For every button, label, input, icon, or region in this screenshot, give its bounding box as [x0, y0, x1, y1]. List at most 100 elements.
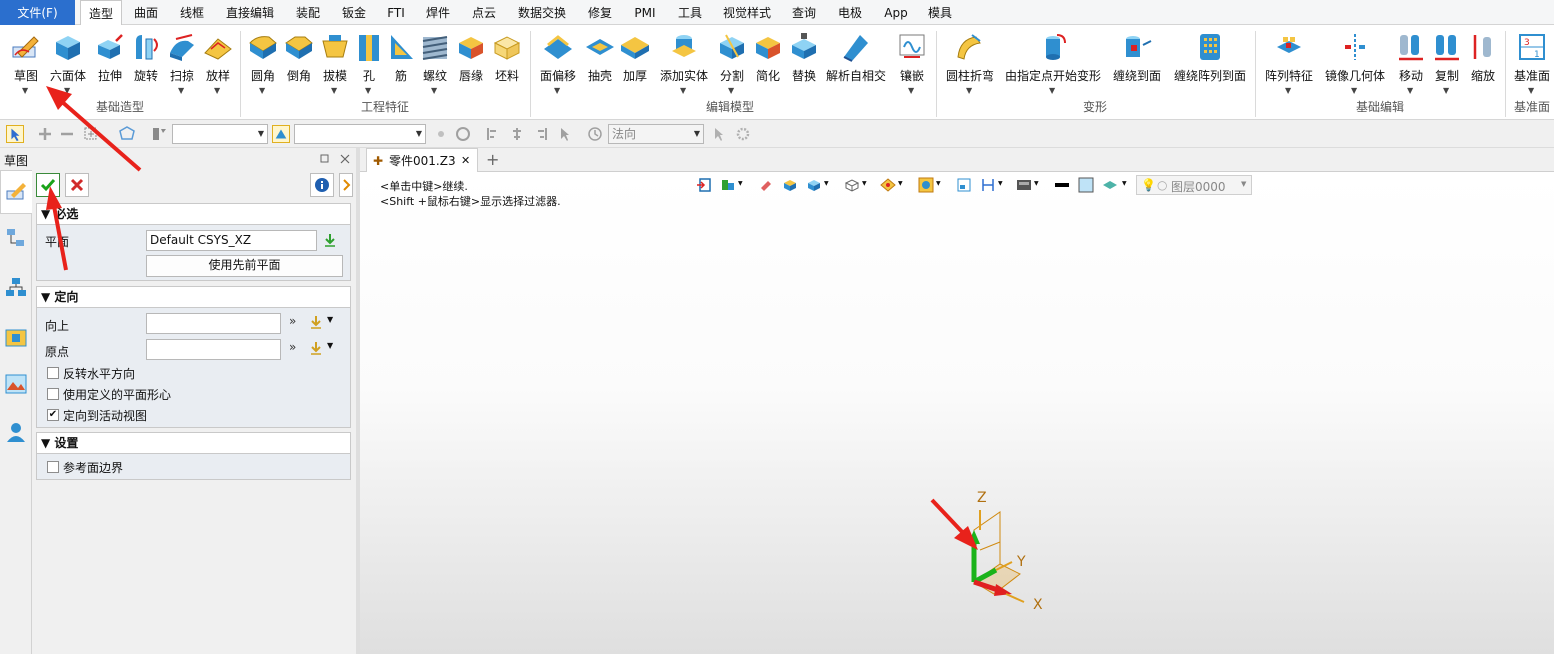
chevron-down-icon[interactable]: ▼ [1285, 86, 1291, 95]
orient-section-header[interactable]: ▼ 定向 [36, 286, 351, 308]
menu-surface[interactable]: 曲面 [128, 0, 164, 25]
double-chevron-icon[interactable]: » [289, 314, 296, 328]
chevron-down-icon[interactable]: ▼ [908, 86, 914, 95]
chevron-down-icon[interactable]: ▼ [1528, 86, 1534, 95]
chevron-down-icon[interactable]: ▼ [936, 180, 941, 187]
sketch-button[interactable]: 草图 ▼ [8, 29, 44, 109]
required-section-header[interactable]: ▼ 必选 [36, 203, 351, 225]
menu-mold[interactable]: 模具 [922, 0, 958, 25]
visibility-icon[interactable] [880, 177, 896, 193]
solid-box-icon[interactable] [806, 177, 822, 193]
align-right-icon[interactable] [532, 125, 550, 143]
exit-icon[interactable] [696, 177, 712, 193]
chevron-down-icon[interactable]: ▼ [998, 180, 1003, 187]
pointer-icon[interactable] [710, 125, 728, 143]
render-mode-icon[interactable] [720, 177, 736, 193]
chevron-down-icon[interactable]: ▼ [898, 180, 903, 187]
chevron-down-icon[interactable]: ▼ [1443, 86, 1449, 95]
chevron-down-icon[interactable]: ▼ [1034, 180, 1039, 187]
remove-icon[interactable] [58, 125, 76, 143]
image-gallery-icon[interactable] [4, 372, 28, 396]
stock-button[interactable]: 坯料 [490, 29, 524, 109]
rotate-icon[interactable] [454, 125, 472, 143]
color-icon[interactable] [1078, 177, 1094, 193]
inlay-button[interactable]: 镶嵌 ▼ [894, 29, 930, 109]
chevron-down-icon[interactable]: ▼ [327, 315, 333, 324]
shaded-box-icon[interactable] [782, 177, 798, 193]
chevron-down-icon[interactable]: ▼ [1407, 86, 1413, 95]
view-direction-icon[interactable] [586, 125, 604, 143]
part-library-icon[interactable] [4, 326, 28, 350]
chevron-down-icon[interactable]: ▼ [331, 86, 337, 95]
wrap-to-face-button[interactable]: 缠绕到面 [1112, 29, 1162, 109]
select-mode-icon[interactable] [6, 125, 24, 143]
menu-electrode[interactable]: 电极 [832, 0, 868, 25]
chevron-down-icon[interactable]: ▼ [738, 180, 743, 187]
cursor-icon[interactable] [556, 125, 574, 143]
pin-icon[interactable] [320, 154, 329, 163]
chevron-down-icon[interactable]: ▼ [431, 86, 437, 95]
menu-point-cloud[interactable]: 点云 [466, 0, 502, 25]
chevron-down-icon[interactable]: ▼ [214, 86, 220, 95]
add-icon[interactable] [36, 125, 54, 143]
align-center-icon[interactable] [508, 125, 526, 143]
menu-visual-style[interactable]: 视觉样式 [718, 0, 776, 25]
pick-plane-icon[interactable] [323, 233, 337, 247]
pattern-feature-button[interactable]: 阵列特征 ▼ [1264, 29, 1314, 109]
pick-filter-dropdown[interactable]: ▼ [294, 124, 426, 144]
plane-field[interactable]: Default CSYS_XZ [146, 230, 317, 251]
menu-sheetmetal[interactable]: 钣金 [336, 0, 372, 25]
menu-wireframe[interactable]: 线框 [174, 0, 210, 25]
menu-assembly[interactable]: 装配 [290, 0, 326, 25]
mirror-geometry-button[interactable]: 镜像几何体 ▼ [1325, 29, 1385, 109]
section-view-icon[interactable] [980, 177, 996, 193]
close-panel-icon[interactable] [340, 154, 350, 164]
menu-modeling[interactable]: 造型 [80, 0, 122, 26]
expand-panel-button[interactable] [339, 173, 353, 197]
tab-sketch[interactable] [0, 170, 32, 214]
loft-button[interactable]: 放样 ▼ [200, 29, 236, 109]
filter-icon[interactable] [150, 125, 168, 143]
menu-app[interactable]: App [878, 0, 914, 25]
eraser-icon[interactable] [758, 177, 774, 193]
settings-icon[interactable] [734, 125, 752, 143]
use-previous-plane-button[interactable]: 使用先前平面 [146, 255, 343, 277]
up-direction-field[interactable] [146, 313, 281, 334]
ok-button[interactable] [36, 173, 60, 197]
use-defined-centroid-checkbox[interactable] [47, 388, 59, 400]
chevron-down-icon[interactable]: ▼ [22, 86, 28, 95]
cancel-button[interactable] [65, 173, 89, 197]
hexahedron-button[interactable]: 六面体 ▼ [50, 29, 86, 109]
document-tab[interactable]: ✚ 零件001.Z3 ✕ [366, 148, 478, 173]
new-tab-icon[interactable]: + [486, 150, 499, 169]
polygon-select-icon[interactable] [118, 125, 136, 143]
layer-dropdown[interactable]: 💡 ○ 图层0000 ▼ [1136, 175, 1252, 195]
filter-dropdown[interactable]: ▼ [172, 124, 268, 144]
chevron-down-icon[interactable]: ▼ [178, 86, 184, 95]
assembly-tree-icon[interactable] [4, 276, 28, 300]
help-button[interactable] [310, 173, 334, 197]
thicken-button[interactable]: 加厚 [618, 29, 652, 109]
origin-field[interactable] [146, 339, 281, 360]
view-direction-dropdown[interactable]: 法向 ▼ [608, 124, 704, 144]
pick-direction-icon[interactable] [309, 315, 323, 329]
chevron-down-icon[interactable]: ▼ [966, 86, 972, 95]
menu-query[interactable]: 查询 [786, 0, 822, 25]
view-window-icon[interactable] [956, 177, 972, 193]
chevron-down-icon[interactable]: ▼ [365, 86, 371, 95]
menu-repair[interactable]: 修复 [582, 0, 618, 25]
chevron-down-icon[interactable]: ▼ [554, 86, 560, 95]
add-body-button[interactable]: 添加实体 ▼ [660, 29, 708, 109]
wrap-pattern-to-face-button[interactable]: 缠绕阵列到面 [1174, 29, 1246, 109]
menu-weldment[interactable]: 焊件 [420, 0, 456, 25]
datum-plane-button[interactable]: 31 基准面 ▼ [1512, 29, 1552, 109]
chevron-down-icon[interactable]: ▼ [1049, 86, 1055, 95]
background-icon[interactable] [1016, 177, 1032, 193]
reference-face-boundary-checkbox[interactable] [47, 461, 59, 473]
chevron-down-icon[interactable]: ▼ [862, 180, 867, 187]
wireframe-box-icon[interactable] [844, 177, 860, 193]
reverse-horizontal-checkbox[interactable] [47, 367, 59, 379]
snap-icon[interactable] [432, 125, 450, 143]
resolve-self-intersect-button[interactable]: 解析自相交 [826, 29, 886, 109]
chevron-down-icon[interactable]: ▼ [327, 341, 333, 350]
